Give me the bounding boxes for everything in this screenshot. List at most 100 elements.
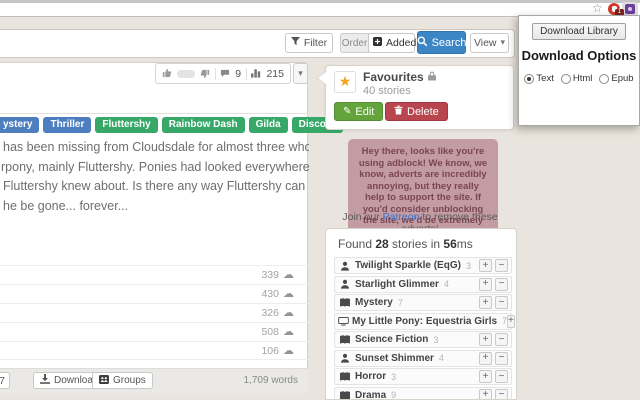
tag-fluttershy[interactable]: Fluttershy [95,117,158,133]
include-tag-button[interactable]: + [479,333,492,346]
groups-label: Groups [113,375,146,386]
exclude-tag-button[interactable]: − [495,388,508,399]
tag-name: Sunset Shimmer [355,352,434,364]
exclude-tag-button[interactable]: − [495,351,508,365]
filter-button[interactable]: Filter [285,33,333,53]
radio-icon[interactable] [560,73,571,84]
description-line: Fluttershy knew about. Is there any way … [3,179,309,193]
results-count: 28 [375,237,389,251]
story-options-button[interactable]: ▾ [293,63,308,84]
filter-icon [290,37,300,49]
radio-icon[interactable] [599,73,610,84]
cut-off-button[interactable]: 7 [0,372,10,389]
genre-tag-icon [338,372,352,381]
exclude-tag-button[interactable]: − [495,296,508,309]
edit-label: Edit [355,105,375,118]
filter-label: Filter [303,37,328,49]
popup-title: Download Options [521,48,637,63]
sort-value: Added [386,37,417,49]
exclude-tag-button[interactable]: − [495,259,508,272]
radio-icon[interactable] [524,73,535,84]
exclude-tag-button[interactable]: − [495,333,508,346]
description-line: has been missing from Cloudsdale for alm… [3,140,309,154]
tag-name: My Little Pony: Equestria Girls [352,315,498,327]
include-tag-button[interactable]: + [479,351,492,365]
tag-mystery[interactable]: ystery [0,117,40,133]
include-tag-button[interactable]: + [507,314,515,328]
include-tag-button[interactable]: + [479,370,492,383]
edit-bookshelf-button[interactable]: ✎ Edit [334,102,384,121]
genre-tag-icon [338,298,352,307]
views-cloud-icon: ☁ [283,343,294,357]
genre-tag-icon [338,335,352,344]
patreon-link[interactable]: Patreon [383,211,420,223]
chapter-row[interactable]: 430 ☁ [0,284,308,303]
view-count[interactable]: 215 [266,68,284,80]
chevron-down-icon: ▾ [298,68,303,79]
tag-filter-row-sunset-shimmer[interactable]: Sunset Shimmer 4 + − [334,349,512,367]
tag-filter-row-drama[interactable]: Drama 9 + − [334,386,512,399]
character-tag-icon [338,261,352,271]
download-icon [40,374,50,387]
divider [0,113,308,114]
chapter-row[interactable]: 339 ☁ [0,265,308,284]
tag-filter-list: Twilight Sparkle (EqG) 3 + − Starlight G… [334,257,515,399]
tag-thriller[interactable]: Thriller [43,117,92,133]
downloader-extension-icon[interactable] [622,2,638,16]
tag-name: Starlight Glimmer [355,278,439,290]
tag-name: Science Fiction [355,334,429,345]
view-button[interactable]: View ▾ [470,33,509,53]
exclude-tag-button[interactable]: − [495,277,508,291]
bookmark-star-icon[interactable]: ☆ [592,2,603,15]
tag-filter-row-horror[interactable]: Horror 3 + − [334,368,512,385]
tag-filter-row-mlp-equestria-girls[interactable]: My Little Pony: Equestria Girls 7 + − [334,312,515,330]
tag-filter-row-twilight-sparkle-eqg[interactable]: Twilight Sparkle (EqG) 3 + − [334,257,512,274]
include-tag-button[interactable]: + [479,296,492,309]
sort-order-select[interactable]: Added ▾ [368,33,424,53]
exclude-tag-button[interactable]: − [495,370,508,383]
views-cloud-icon: ☁ [283,287,294,300]
views-cloud-icon: ☁ [283,306,294,319]
tag-filter-row-science-fiction[interactable]: Science Fiction 3 + − [334,331,512,348]
include-tag-button[interactable]: + [479,259,492,272]
tag-filter-row-mystery[interactable]: Mystery 7 + − [334,294,512,311]
bookshelf-title-text: Favourites [363,70,424,84]
chapter-view-count: 508 [261,326,279,338]
tag-name: Horror [355,371,387,382]
extension-popup: Download Library Download Options Text H… [518,15,640,126]
delete-bookshelf-button[interactable]: Delete [385,102,448,121]
chapter-view-count: 339 [261,269,279,281]
chapter-row[interactable]: 326 ☁ [0,303,308,322]
tag-count: 3 [391,371,397,382]
radio-option-html[interactable]: Html [560,73,593,84]
radio-option-text[interactable]: Text [524,73,554,84]
download-library-button[interactable]: Download Library [532,23,626,40]
story-tags: ystery Thriller Fluttershy Rainbow Dash … [0,117,343,133]
tag-gilda[interactable]: Gilda [248,117,288,133]
groups-icon [99,374,109,387]
story-rating-bar: 9 215 [155,63,291,84]
search-button[interactable]: Search [417,31,466,54]
search-icon [417,36,428,50]
tag-name: Twilight Sparkle (EqG) [355,260,461,271]
groups-button[interactable]: Groups [92,372,153,389]
bookshelf-title: Favourites [363,70,436,84]
radio-label: Html [572,73,593,84]
description-line: rpony, mainly Fluttershy. Ponies had loo… [1,159,309,174]
thumbs-up-icon[interactable] [162,65,172,83]
rating-pill [177,69,195,78]
chapter-row[interactable]: 508 ☁ [0,322,308,341]
format-radio-group: Text Html Epub [519,73,639,84]
include-tag-button[interactable]: + [479,388,492,399]
description-line: he be gone... forever... [3,198,129,213]
tag-count: 7 [397,297,403,308]
thumbs-down-icon[interactable] [200,69,210,79]
tag-rainbow-dash[interactable]: Rainbow Dash [161,117,245,133]
chapter-row[interactable]: 106 ☁ [0,341,308,360]
results-summary: Found 28 stories in 56ms [338,237,473,251]
tag-filter-row-starlight-glimmer[interactable]: Starlight Glimmer 4 + − [334,275,512,293]
radio-option-epub[interactable]: Epub [599,73,634,84]
include-tag-button[interactable]: + [479,277,492,291]
story-description: has been missing from Cloudsdale for alm… [1,138,309,216]
comment-count[interactable]: 9 [235,68,241,80]
